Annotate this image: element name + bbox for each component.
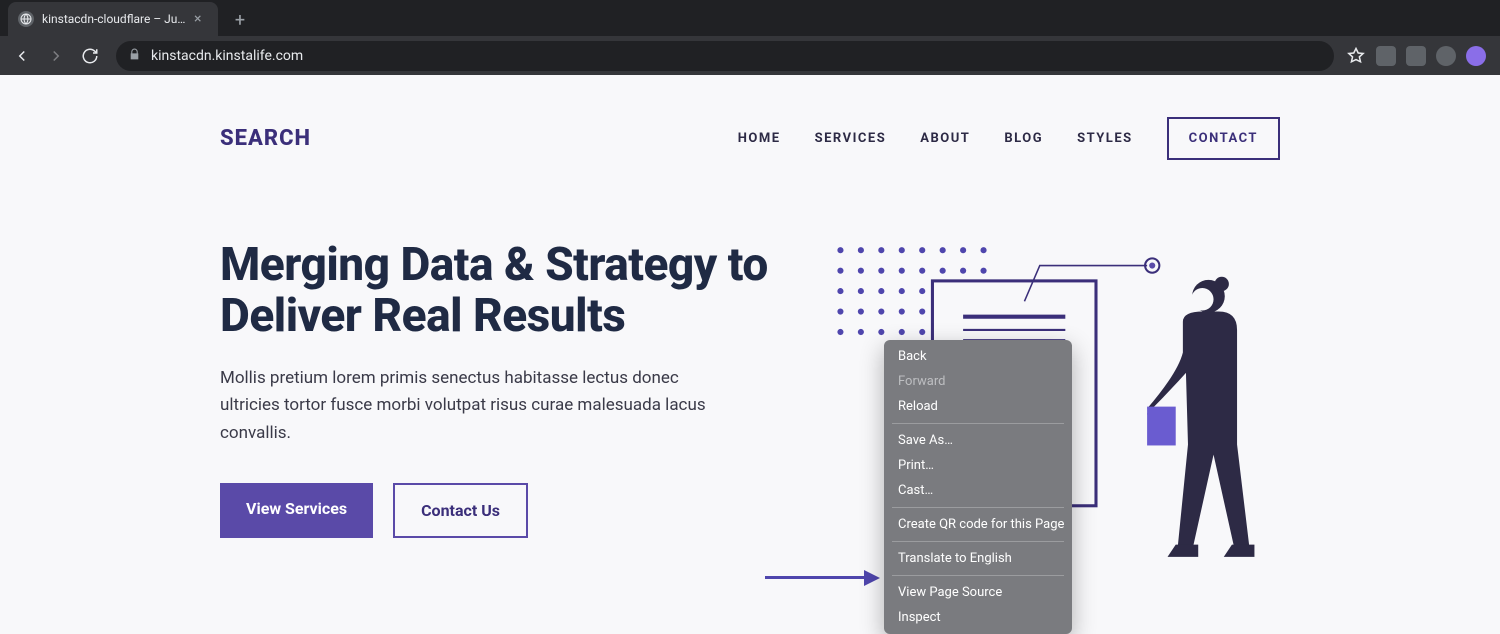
view-services-button[interactable]: View Services [220, 483, 373, 538]
hero-headline: Merging Data & Strategy to Deliver Real … [220, 240, 780, 341]
primary-nav: HOME SERVICES ABOUT BLOG STYLES CONTACT [738, 117, 1280, 160]
extension-icon[interactable] [1466, 46, 1486, 66]
ctx-print[interactable]: Print… [884, 453, 1072, 478]
forward-button[interactable] [42, 42, 70, 70]
extension-icon[interactable] [1436, 46, 1456, 66]
nav-about[interactable]: ABOUT [920, 131, 970, 146]
tab-bar: kinstacdn-cloudflare – Just an… × + [0, 0, 1500, 36]
contact-us-button[interactable]: Contact Us [393, 483, 528, 538]
separator [892, 423, 1064, 424]
context-menu: Back Forward Reload Save As… Print… Cast… [884, 340, 1072, 634]
extension-icon[interactable] [1406, 46, 1426, 66]
browser-chrome: kinstacdn-cloudflare – Just an… × + kins… [0, 0, 1500, 75]
nav-styles[interactable]: STYLES [1077, 131, 1133, 146]
url-text: kinstacdn.kinstalife.com [151, 48, 1322, 64]
hero-body: Mollis pretium lorem primis senectus hab… [220, 365, 740, 447]
separator [892, 507, 1064, 508]
globe-icon [18, 11, 34, 27]
site-logo[interactable]: SEARCH [220, 126, 311, 151]
close-icon[interactable]: × [194, 12, 208, 26]
toolbar-right [1346, 46, 1492, 66]
nav-contact[interactable]: CONTACT [1167, 117, 1280, 160]
ctx-save-as[interactable]: Save As… [884, 428, 1072, 453]
ctx-qr-code[interactable]: Create QR code for this Page [884, 512, 1072, 537]
ctx-view-source[interactable]: View Page Source [884, 580, 1072, 605]
page-viewport: SEARCH HOME SERVICES ABOUT BLOG STYLES C… [0, 75, 1500, 634]
address-bar[interactable]: kinstacdn.kinstalife.com [116, 41, 1334, 71]
reload-button[interactable] [76, 42, 104, 70]
star-icon[interactable] [1346, 46, 1366, 66]
nav-services[interactable]: SERVICES [815, 131, 887, 146]
site-header: SEARCH HOME SERVICES ABOUT BLOG STYLES C… [220, 105, 1280, 200]
ctx-translate[interactable]: Translate to English [884, 546, 1072, 571]
person-icon [1147, 277, 1254, 557]
ctx-inspect[interactable]: Inspect [884, 605, 1072, 630]
lock-icon [128, 48, 141, 64]
extension-icon[interactable] [1376, 46, 1396, 66]
nav-home[interactable]: HOME [738, 131, 781, 146]
annotation-arrow [765, 571, 880, 585]
separator [892, 575, 1064, 576]
ctx-cast[interactable]: Cast… [884, 478, 1072, 503]
ctx-forward: Forward [884, 369, 1072, 394]
browser-toolbar: kinstacdn.kinstalife.com [0, 36, 1500, 75]
ctx-back[interactable]: Back [884, 344, 1072, 369]
nav-blog[interactable]: BLOG [1004, 131, 1043, 146]
separator [892, 541, 1064, 542]
hero: Merging Data & Strategy to Deliver Real … [220, 240, 1280, 538]
new-tab-button[interactable]: + [226, 6, 254, 34]
back-button[interactable] [8, 42, 36, 70]
ctx-reload[interactable]: Reload [884, 394, 1072, 419]
browser-tab[interactable]: kinstacdn-cloudflare – Just an… × [8, 2, 218, 36]
tab-title: kinstacdn-cloudflare – Just an… [42, 12, 186, 26]
